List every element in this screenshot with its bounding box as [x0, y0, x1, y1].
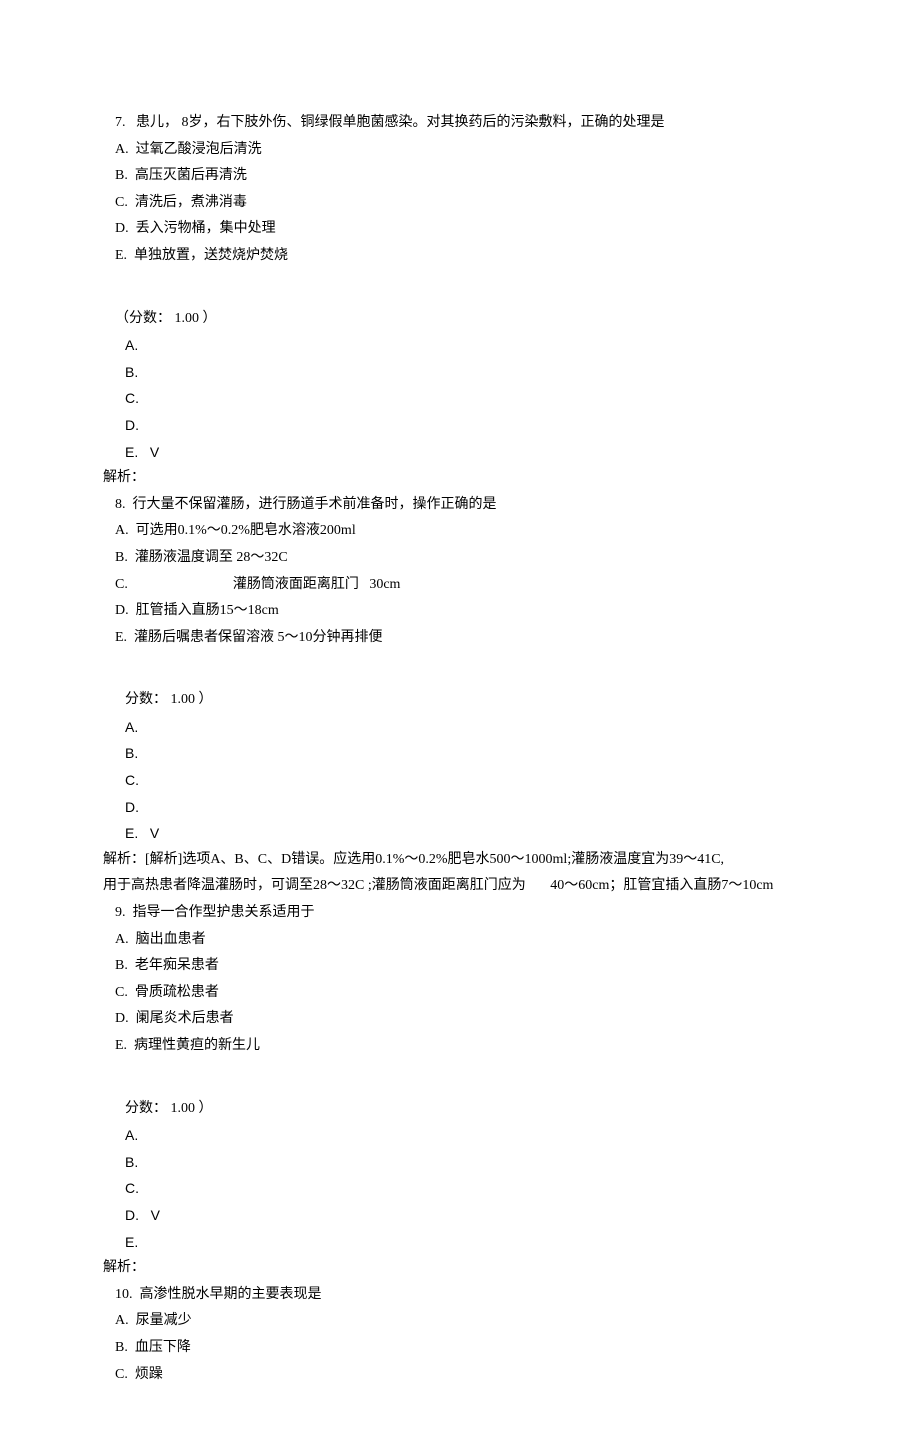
q8-analysis: 解析：[解析]选项A、B、C、D错误。应选用0.1%～0.2%肥皂水500～10…: [103, 847, 805, 874]
q8-ans-d: D.: [115, 794, 805, 821]
q9-stem: 9. 指导一合作型护患关系适用于: [115, 900, 805, 927]
q10-opt-a: A. 尿量减少: [115, 1308, 805, 1335]
q7-ans-e: E. V: [115, 439, 805, 466]
q10-opt-b: B. 血压下降: [115, 1335, 805, 1362]
q7-stem: 7. 患儿， 8岁，右下肢外伤、铜绿假单胞菌感染。对其换药后的污染敷料，正确的处…: [115, 110, 805, 137]
q8-opt-c: C. 灌肠筒液面距离肛门 30cm: [115, 572, 805, 599]
q9-opt-b: B. 老年痴呆患者: [115, 953, 805, 980]
q8-ans-e: E. V: [115, 820, 805, 847]
q7-ans-c: C.: [115, 385, 805, 412]
q8-stem-text: 行大量不保留灌肠，进行肠道手术前准备时，操作正确的是: [133, 497, 497, 512]
q10-stem-text: 高渗性脱水早期的主要表现是: [140, 1287, 322, 1302]
q7-opt-c: C. 清洗后，煮沸消毒: [115, 190, 805, 217]
q9-ans-c: C.: [115, 1175, 805, 1202]
q10-stem: 10. 高渗性脱水早期的主要表现是: [115, 1282, 805, 1309]
q8-opt-c-pre: C.: [115, 577, 128, 592]
q8-analysis2: 用于高热患者降温灌肠时，可调至28～32C ;灌肠筒液面距离肛门应为 40～60…: [103, 873, 805, 900]
q10-num: 10.: [115, 1287, 133, 1302]
q9-opt-d: D. 阑尾炎术后患者: [115, 1006, 805, 1033]
q7-num: 7.: [115, 115, 126, 130]
q7-analysis: 解析：: [103, 465, 805, 492]
q9-opt-c: C. 骨质疏松患者: [115, 980, 805, 1007]
q9-ans-e: E.: [115, 1229, 805, 1256]
q8-ans-c: C.: [115, 767, 805, 794]
q7-stem-text: 患儿， 8岁，右下肢外伤、铜绿假单胞菌感染。对其换药后的污染敷料，正确的处理是: [136, 115, 665, 130]
q9-stem-text: 指导一合作型护患关系适用于: [133, 905, 315, 920]
q8-opt-b: B. 灌肠液温度调至 28～32C: [115, 545, 805, 572]
q9-score: 分数： 1.00 ）: [115, 1096, 805, 1123]
q9-opt-a: A. 脑出血患者: [115, 927, 805, 954]
q9-analysis: 解析：: [103, 1255, 805, 1282]
q8-stem: 8. 行大量不保留灌肠，进行肠道手术前准备时，操作正确的是: [115, 492, 805, 519]
q7-opt-a: A. 过氧乙酸浸泡后清洗: [115, 137, 805, 164]
q8-num: 8.: [115, 497, 126, 512]
q8-ans-a: A.: [115, 714, 805, 741]
q9-num: 9.: [115, 905, 126, 920]
q8-opt-a: A. 可选用0.1%～0.2%肥皂水溶液200ml: [115, 518, 805, 545]
q8-opt-d: D. 肛管插入直肠15～18cm: [115, 598, 805, 625]
q8-opt-c-post: 灌肠筒液面距离肛门 30cm: [233, 577, 401, 592]
q8-opt-e: E. 灌肠后嘱患者保留溶液 5～10分钟再排便: [115, 625, 805, 652]
q7-opt-b: B. 高压灭菌后再清洗: [115, 163, 805, 190]
q7-opt-e: E. 单独放置，送焚烧炉焚烧: [115, 243, 805, 270]
q9-opt-e: E. 病理性黄疸的新生儿: [115, 1033, 805, 1060]
q9-ans-b: B.: [115, 1149, 805, 1176]
q9-ans-a: A.: [115, 1122, 805, 1149]
q7-opt-d: D. 丢入污物桶，集中处理: [115, 216, 805, 243]
q7-ans-b: B.: [115, 359, 805, 386]
q7-score: （分数： 1.00 ）: [115, 306, 805, 333]
q10-opt-c: C. 烦躁: [115, 1362, 805, 1389]
q7-ans-d: D.: [115, 412, 805, 439]
q7-ans-a: A.: [115, 332, 805, 359]
q9-ans-d: D. V: [115, 1202, 805, 1229]
q8-ans-b: B.: [115, 740, 805, 767]
q8-score: 分数： 1.00 ）: [115, 687, 805, 714]
